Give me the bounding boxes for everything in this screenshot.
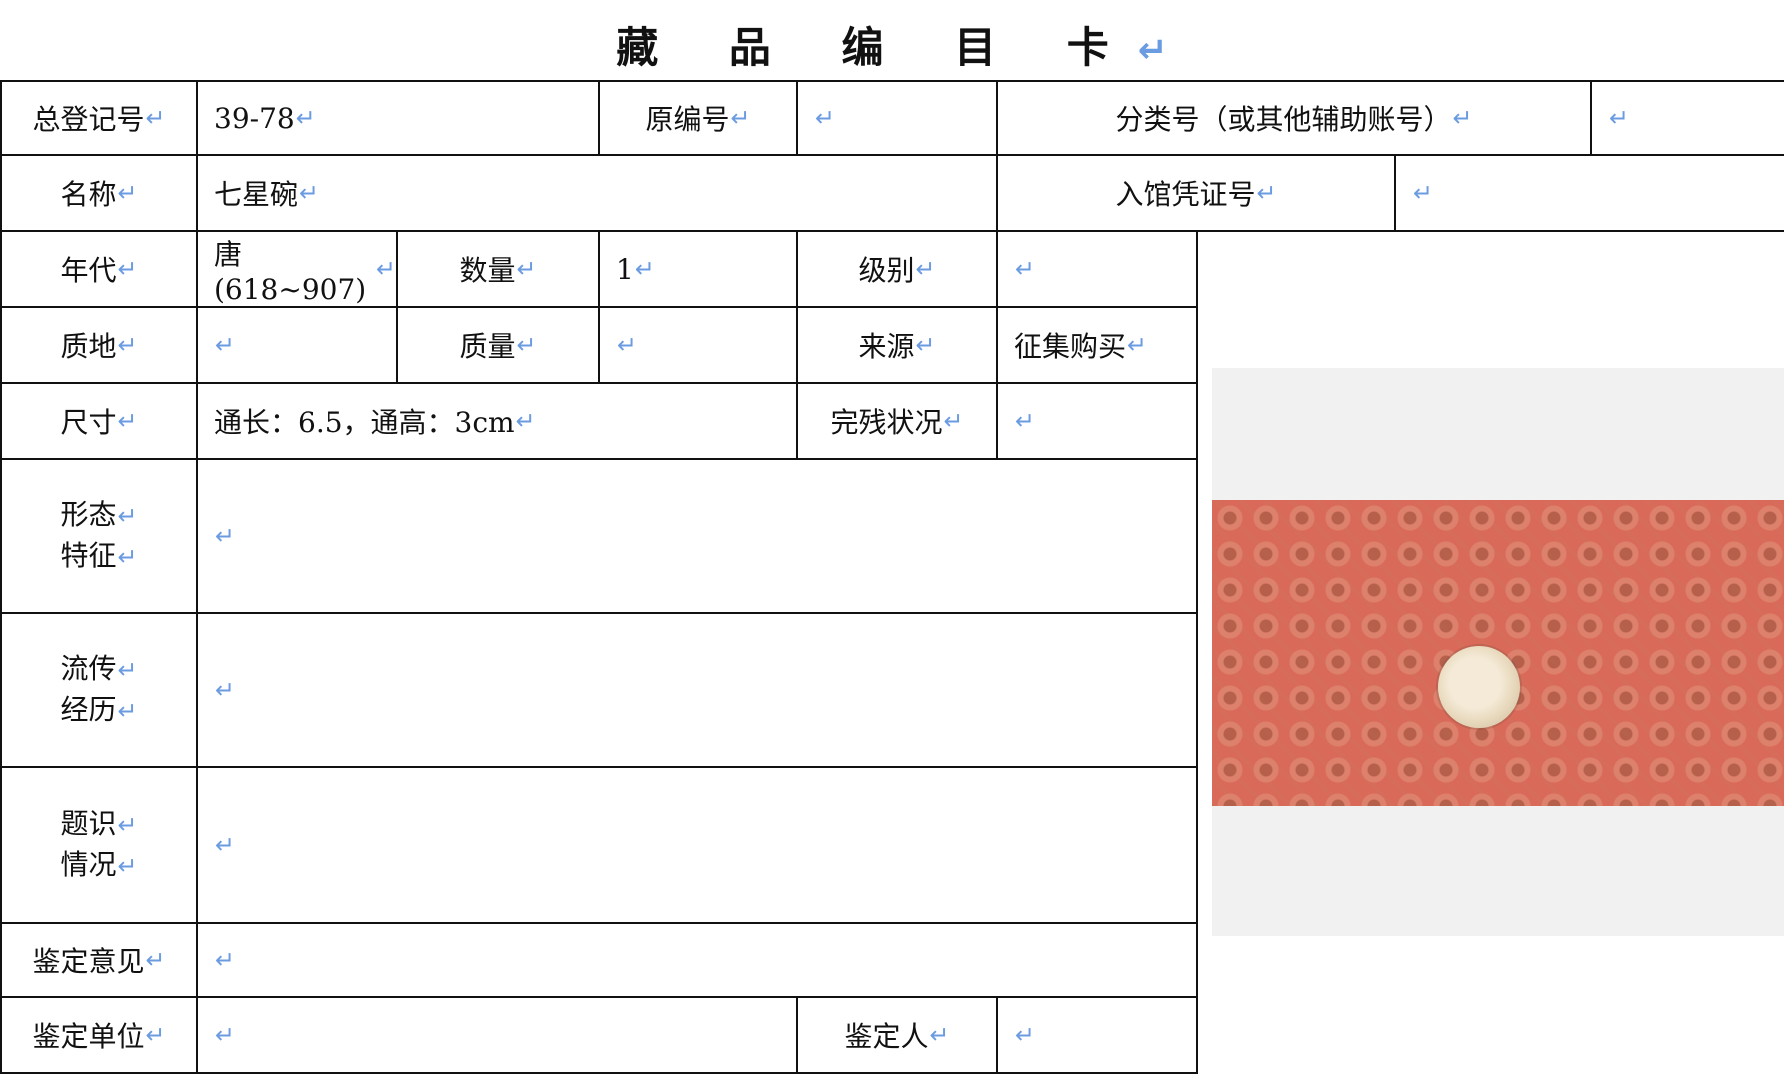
name-label: 名称 ↵ <box>60 178 138 211</box>
source-value[interactable]: 征集购买 ↵ <box>998 308 1196 382</box>
period-label: 年代 ↵ <box>60 254 138 287</box>
appraisal-unit-value[interactable]: ↵ <box>198 998 796 1072</box>
original-no-label: 原编号 ↵ <box>645 103 751 136</box>
condition-label: 完残状况 ↵ <box>830 406 964 439</box>
return-mark: ↵ <box>1137 30 1168 71</box>
accession-voucher-value[interactable]: ↵ <box>1396 156 1784 230</box>
inscription-value[interactable]: ↵ <box>198 768 1196 922</box>
provenance-value[interactable]: ↵ <box>198 614 1196 766</box>
weight-value[interactable]: ↵ <box>600 308 796 382</box>
provenance-label: 流传↵ 经历↵ <box>60 652 138 726</box>
column-line <box>1196 230 1198 1074</box>
name-value[interactable]: 七星碗 ↵ <box>198 156 996 230</box>
original-no-value[interactable]: ↵ <box>798 82 996 154</box>
registration-no-value[interactable]: 39-78 ↵ <box>198 82 598 154</box>
material-label: 质地 ↵ <box>60 330 138 363</box>
registration-no-label: 总登记号 ↵ <box>32 103 166 136</box>
appraisal-unit-label: 鉴定单位 ↵ <box>32 1020 166 1053</box>
dimensions-label: 尺寸 ↵ <box>60 406 138 439</box>
appraisal-opinion-value[interactable]: ↵ <box>198 924 1196 996</box>
grade-label: 级别 ↵ <box>858 254 936 287</box>
classification-no-label: 分类号（或其他辅助账号） ↵ <box>1115 103 1473 136</box>
inscription-label: 题识↵ 情况↵ <box>60 807 138 881</box>
grade-value[interactable]: ↵ <box>998 232 1196 306</box>
condition-value[interactable]: ↵ <box>998 384 1196 458</box>
quantity-label: 数量 ↵ <box>459 254 537 287</box>
appraiser-label: 鉴定人 ↵ <box>844 1020 950 1053</box>
period-value[interactable]: 唐(618~907) ↵ <box>198 232 396 306</box>
form-features-value[interactable]: ↵ <box>198 460 1196 612</box>
page-title: 藏 品 编 目 卡↵ <box>616 23 1168 72</box>
appraiser-value[interactable]: ↵ <box>998 998 1196 1072</box>
classification-no-value[interactable]: ↵ <box>1592 82 1784 154</box>
material-value[interactable]: ↵ <box>198 308 396 382</box>
row-line <box>0 1072 1198 1074</box>
dimensions-value[interactable]: 通长：6.5，通高：3cm ↵ <box>198 384 796 458</box>
appraisal-opinion-label: 鉴定意见 ↵ <box>32 945 166 978</box>
weight-label: 质量 ↵ <box>459 330 537 363</box>
source-label: 来源 ↵ <box>858 330 936 363</box>
bowl-image <box>1438 646 1520 728</box>
form-features-label: 形态↵ 特征↵ <box>60 498 138 572</box>
quantity-value[interactable]: 1 ↵ <box>600 232 796 306</box>
accession-voucher-label: 入馆凭证号 ↵ <box>1115 178 1277 211</box>
